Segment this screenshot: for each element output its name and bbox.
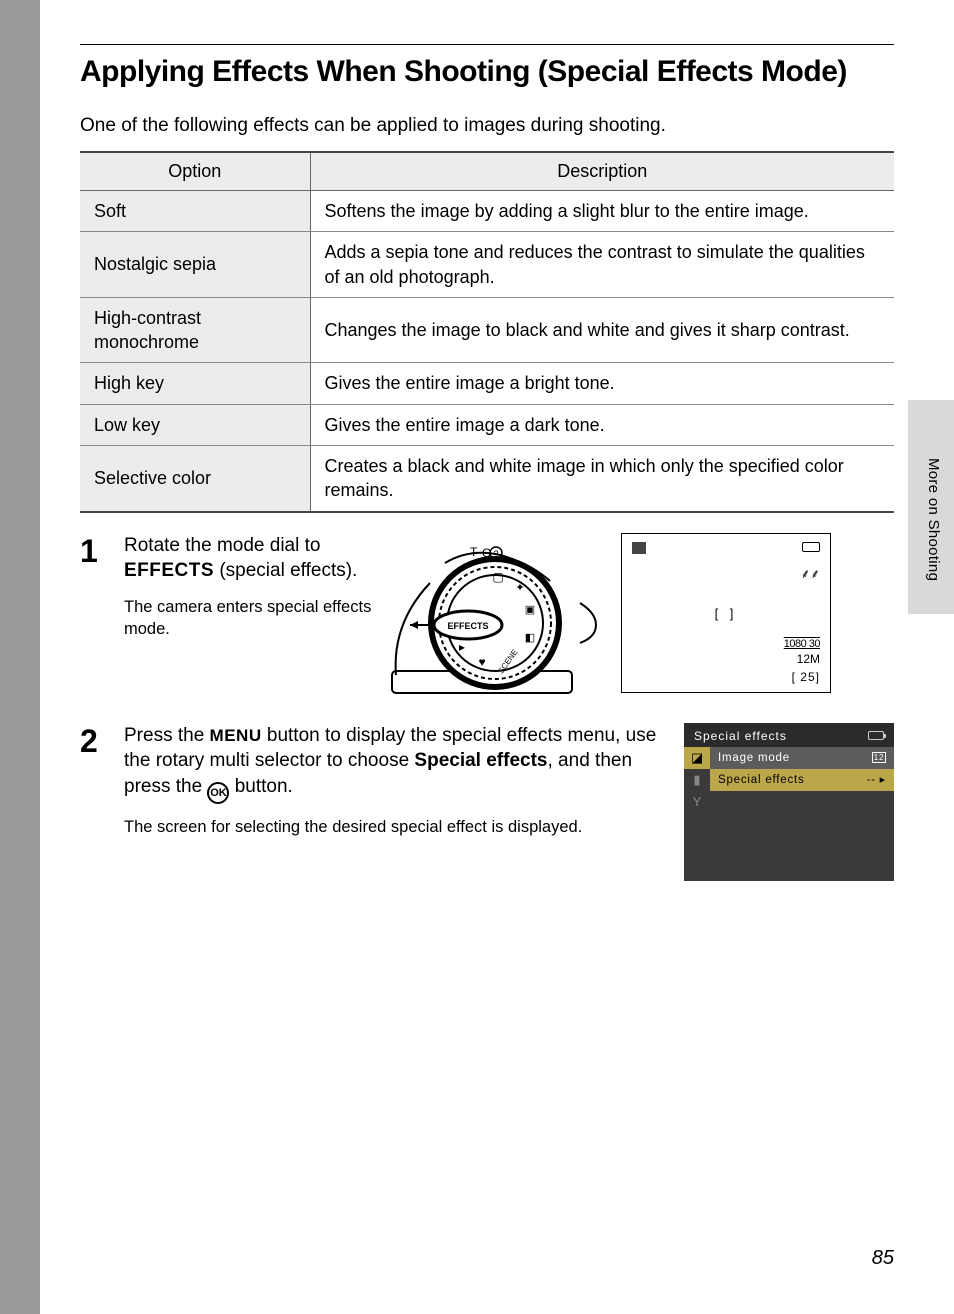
opt-cell: Nostalgic sepia <box>80 232 310 298</box>
menu-sidebar: ◪ ▮ Y <box>684 747 710 879</box>
menu-item-label: Image mode <box>718 752 790 764</box>
desc-cell: Gives the entire image a dark tone. <box>310 404 894 445</box>
lcd-preview: ⸙⸙ [ ] 1080 30 12M [ 25] <box>621 533 831 693</box>
menu-header: Special effects <box>684 723 894 747</box>
image-quality: 12M <box>797 652 820 666</box>
step-number: 1 <box>80 533 106 567</box>
step2-sub: The screen for selecting the desired spe… <box>124 816 668 838</box>
step-2: 2 Press the MENU button to display the s… <box>80 723 894 881</box>
opt-cell: Selective color <box>80 446 310 512</box>
desc-cell: Softens the image by adding a slight blu… <box>310 191 894 232</box>
step1-text: Rotate the mode dial to EFFECTS (special… <box>124 533 374 584</box>
focus-brackets: [ ] <box>715 606 738 621</box>
page-title: Applying Effects When Shooting (Special … <box>80 55 894 89</box>
step2-d: button. <box>229 776 292 797</box>
heading-rule <box>80 44 894 45</box>
table-row: Selective color Creates a black and whit… <box>80 446 894 512</box>
menu-title-text: Special effects <box>694 729 787 743</box>
desc-cell: Gives the entire image a bright tone. <box>310 363 894 404</box>
step-number: 2 <box>80 723 106 757</box>
table-row: Soft Softens the image by adding a sligh… <box>80 191 894 232</box>
sidebar-shooting-icon: ◪ <box>684 747 710 769</box>
opt-cell: Soft <box>80 191 310 232</box>
svg-text:◧: ◧ <box>525 632 535 644</box>
table-row: Nostalgic sepia Adds a sepia tone and re… <box>80 232 894 298</box>
image-mode-value-icon: 12 <box>872 752 886 763</box>
step1-line-b: (special effects). <box>214 560 357 581</box>
effects-table: Option Description Soft Softens the imag… <box>80 151 894 513</box>
sidebar-setup-icon: Y <box>684 791 710 813</box>
table-row: High key Gives the entire image a bright… <box>80 363 894 404</box>
battery-icon <box>868 731 884 740</box>
movie-setting: 1080 30 <box>784 638 820 650</box>
effects-word: EFFECTS <box>124 560 214 581</box>
step2-text: Press the MENU button to display the spe… <box>124 723 668 805</box>
menu-item-image-mode: Image mode 12 <box>710 747 894 769</box>
table-row: Low key Gives the entire image a dark to… <box>80 404 894 445</box>
menu-screenshot: Special effects ◪ ▮ Y Image mod <box>684 723 894 881</box>
opt-cell: Low key <box>80 404 310 445</box>
chevron-right-icon: ▸ <box>880 773 886 786</box>
intro-text: One of the following effects can be appl… <box>80 115 894 137</box>
desc-cell: Changes the image to black and white and… <box>310 297 894 363</box>
step1-sub: The camera enters special effects mode. <box>124 596 374 641</box>
sidebar-movie-icon: ▮ <box>684 769 710 791</box>
menu-item-special-effects: Special effects -- ▸ <box>710 769 894 791</box>
step1-line-a: Rotate the mode dial to <box>124 535 320 556</box>
mode-icon <box>632 542 646 554</box>
section-tab-label: More on Shooting <box>925 458 942 581</box>
table-row: High-contrast monochrome Changes the ima… <box>80 297 894 363</box>
step2-a: Press the <box>124 725 210 746</box>
af-indicator: ⸙⸙ <box>800 564 820 582</box>
svg-text:▸: ▸ <box>459 640 465 654</box>
page-number: 85 <box>872 1247 894 1270</box>
step-1: 1 Rotate the mode dial to EFFECTS (speci… <box>80 533 894 703</box>
ok-icon: OK <box>207 782 229 804</box>
svg-text:✦: ✦ <box>515 582 524 594</box>
step2-bold: Special effects <box>414 750 547 771</box>
svg-text:▣: ▣ <box>525 604 535 616</box>
col-option: Option <box>80 152 310 191</box>
menu-word: MENU <box>210 726 262 745</box>
battery-icon <box>802 542 820 552</box>
svg-text:♥: ♥ <box>478 655 485 669</box>
special-effects-value: -- <box>867 774 876 786</box>
shots-remaining: [ 25] <box>792 670 820 684</box>
desc-cell: Adds a sepia tone and reduces the contra… <box>310 232 894 298</box>
opt-cell: High-contrast monochrome <box>80 297 310 363</box>
svg-text:EFFECTS: EFFECTS <box>447 621 488 631</box>
opt-cell: High key <box>80 363 310 404</box>
col-description: Description <box>310 152 894 191</box>
svg-text:▢: ▢ <box>492 570 503 584</box>
desc-cell: Creates a black and white image in which… <box>310 446 894 512</box>
svg-text:T: T <box>470 545 478 559</box>
menu-item-label: Special effects <box>718 774 805 786</box>
mode-dial-illustration: ▢ ✦ ▣ ◧ SCENE ♥ ▸ EFFECTS <box>390 533 605 703</box>
svg-text:?: ? <box>493 549 498 559</box>
